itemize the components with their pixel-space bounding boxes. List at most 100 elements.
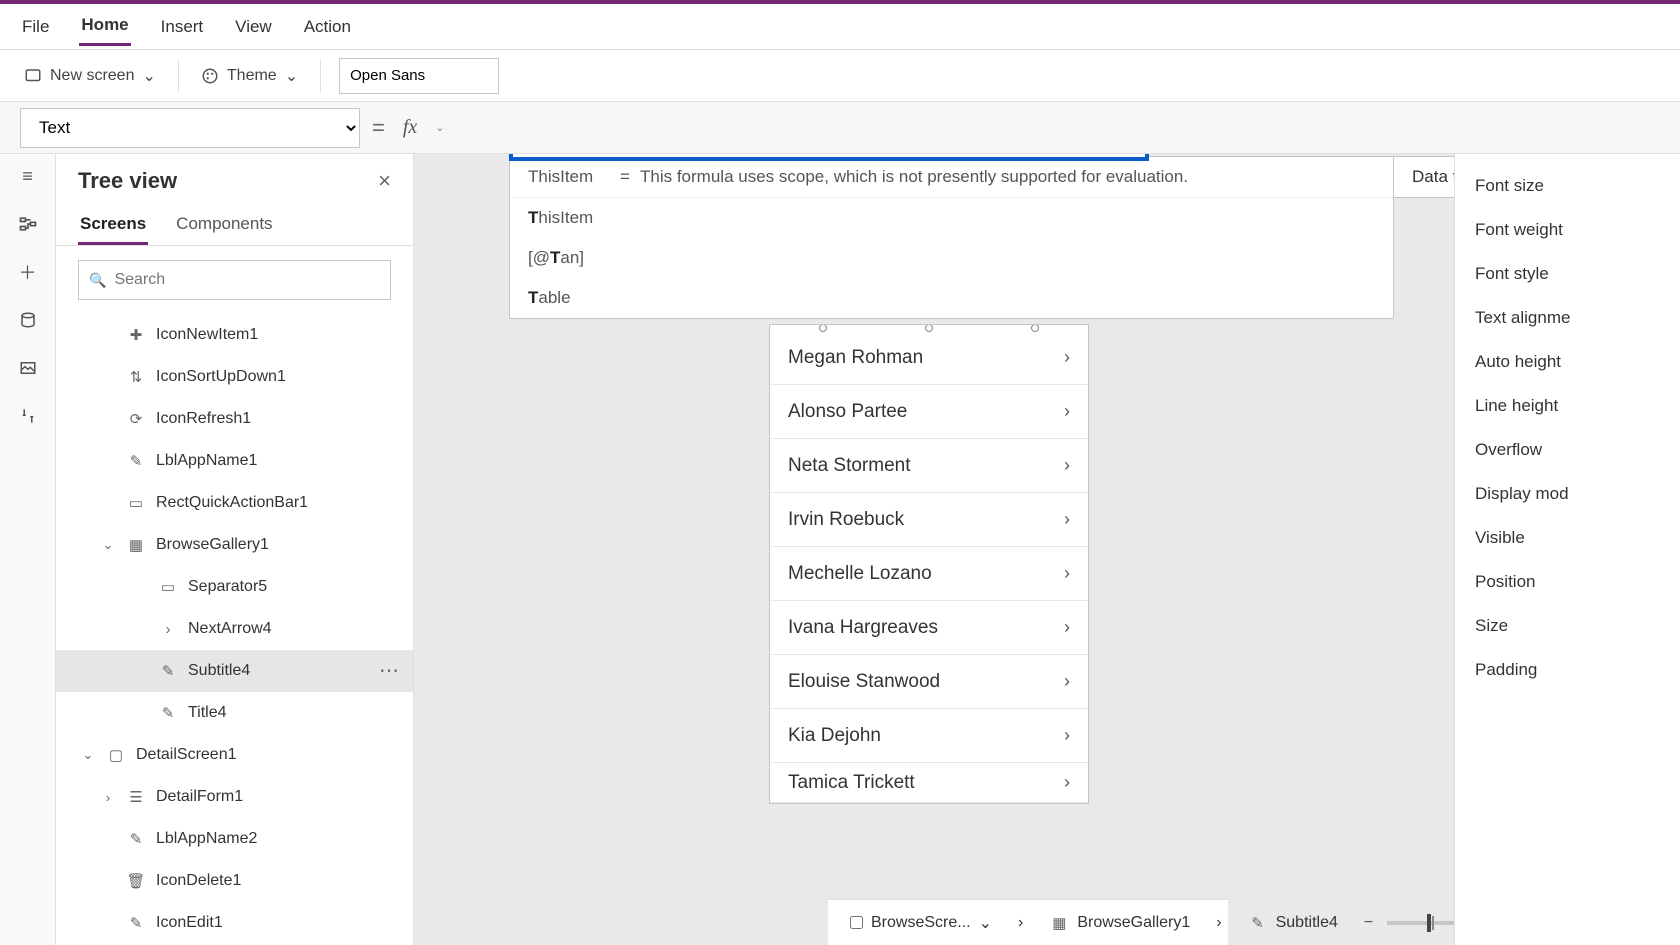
ribbon-separator: [320, 60, 321, 92]
gallery-item[interactable]: Ivana Hargreaves›: [770, 601, 1088, 655]
gallery-item[interactable]: Megan Rohman›: [770, 331, 1088, 385]
breadcrumb[interactable]: ▦ BrowseGallery1: [1041, 909, 1198, 937]
label-icon: ✎: [126, 451, 146, 471]
menu-home[interactable]: Home: [79, 7, 130, 46]
gallery-item[interactable]: Mechelle Lozano›: [770, 547, 1088, 601]
add-icon[interactable]: ＋: [16, 260, 40, 284]
tree-item[interactable]: ›NextArrow4: [56, 608, 413, 650]
tree-item-gallery[interactable]: ⌄▦BrowseGallery1: [56, 524, 413, 566]
tree-item[interactable]: ▭Separator5: [56, 566, 413, 608]
tree-item[interactable]: ✎Title4: [56, 692, 413, 734]
hamburger-icon[interactable]: ≡: [16, 164, 40, 188]
intelli-eq: =: [620, 167, 640, 187]
chevron-right-icon[interactable]: ›: [1064, 455, 1070, 476]
menu-action[interactable]: Action: [302, 9, 353, 45]
canvas[interactable]: Concatenate(text, text, ...) The functio…: [414, 154, 1454, 945]
search-input[interactable]: [114, 271, 380, 289]
theme-button[interactable]: Theme ⌄: [197, 60, 302, 92]
property-row[interactable]: Font size: [1455, 164, 1680, 208]
media-icon[interactable]: [16, 356, 40, 380]
edit-icon: ✎: [126, 913, 146, 933]
gallery-item[interactable]: Neta Storment›: [770, 439, 1088, 493]
intelli-suggestion[interactable]: Table: [510, 278, 1393, 318]
intelli-suggestion[interactable]: [@Tan]: [510, 238, 1393, 278]
zoom-out-button[interactable]: −: [1364, 914, 1373, 932]
tree-view-pane: Tree view × Screens Components 🔍 ✚IconNe…: [56, 154, 414, 945]
chevron-right-icon[interactable]: ›: [1064, 772, 1070, 793]
breadcrumb-checkbox[interactable]: [850, 916, 863, 929]
chevron-down-icon[interactable]: ⌄: [100, 537, 116, 553]
theme-label: Theme: [227, 67, 277, 85]
formula-error-tooltip: Concatenate(text, text, ...) The functio…: [509, 154, 1149, 161]
tree-search[interactable]: 🔍: [78, 260, 391, 300]
menu-insert[interactable]: Insert: [159, 9, 206, 45]
new-screen-button[interactable]: New screen ⌄: [20, 60, 160, 92]
property-row[interactable]: Display mod: [1455, 472, 1680, 516]
close-icon[interactable]: ×: [378, 168, 391, 194]
property-row[interactable]: Font weight: [1455, 208, 1680, 252]
tree-item[interactable]: ✚IconNewItem1: [56, 314, 413, 356]
tree-view-icon[interactable]: [16, 212, 40, 236]
chevron-right-icon[interactable]: ›: [1064, 563, 1070, 584]
chevron-right-icon[interactable]: ›: [1064, 617, 1070, 638]
tree-item-screen[interactable]: ⌄▢DetailScreen1: [56, 734, 413, 776]
intelli-desc: This formula uses scope, which is not pr…: [640, 167, 1188, 187]
tree-item[interactable]: ›☰DetailForm1: [56, 776, 413, 818]
tools-icon[interactable]: [16, 404, 40, 428]
intelli-key: ThisItem: [528, 167, 620, 187]
refresh-icon: ⟳: [126, 409, 146, 429]
gallery-item[interactable]: Irvin Roebuck›: [770, 493, 1088, 547]
chevron-right-icon[interactable]: ›: [1064, 725, 1070, 746]
tree-item[interactable]: ▭RectQuickActionBar1: [56, 482, 413, 524]
menu-view[interactable]: View: [233, 9, 274, 45]
menu-file[interactable]: File: [20, 9, 51, 45]
gallery-preview[interactable]: Megan Rohman› Alonso Partee› Neta Storme…: [769, 324, 1089, 804]
tree-item[interactable]: ⇅IconSortUpDown1: [56, 356, 413, 398]
tree-item[interactable]: ✎LblAppName1: [56, 440, 413, 482]
property-row[interactable]: Position: [1455, 560, 1680, 604]
tree-item[interactable]: 🗑IconDelete1: [56, 860, 413, 902]
property-row[interactable]: Line height: [1455, 384, 1680, 428]
tab-screens[interactable]: Screens: [78, 206, 148, 245]
breadcrumb[interactable]: BrowseScre... ⌄: [842, 909, 1000, 937]
tree-item[interactable]: ⟳IconRefresh1: [56, 398, 413, 440]
property-row[interactable]: Size: [1455, 604, 1680, 648]
tab-components[interactable]: Components: [174, 206, 274, 245]
left-rail: ≡ ＋: [0, 154, 56, 945]
intelli-suggestion[interactable]: ThisItem: [510, 198, 1393, 238]
breadcrumb[interactable]: ✎ Subtitle4: [1240, 909, 1346, 937]
font-select[interactable]: [339, 58, 499, 94]
zoom-slider[interactable]: [1387, 921, 1454, 925]
label-icon: ✎: [126, 829, 146, 849]
ribbon: New screen ⌄ Theme ⌄: [0, 50, 1680, 102]
data-type-label: Data type:: [1412, 167, 1454, 186]
chevron-down-icon[interactable]: ⌄: [979, 913, 992, 933]
tree-item[interactable]: ✎LblAppName2: [56, 818, 413, 860]
chevron-down-icon[interactable]: ⌄: [435, 121, 444, 134]
gallery-item[interactable]: Kia Dejohn›: [770, 709, 1088, 763]
property-row[interactable]: Overflow: [1455, 428, 1680, 472]
rect-icon: ▭: [126, 493, 146, 513]
gallery-item[interactable]: Elouise Stanwood›: [770, 655, 1088, 709]
chevron-right-icon[interactable]: ›: [1064, 401, 1070, 422]
fx-icon[interactable]: fx: [397, 116, 423, 139]
property-row[interactable]: Text alignme: [1455, 296, 1680, 340]
menu-bar: File Home Insert View Action: [0, 4, 1680, 50]
gallery-item[interactable]: Alonso Partee›: [770, 385, 1088, 439]
property-row[interactable]: Auto height: [1455, 340, 1680, 384]
property-row[interactable]: Font style: [1455, 252, 1680, 296]
data-icon[interactable]: [16, 308, 40, 332]
property-row[interactable]: Padding: [1455, 648, 1680, 692]
chevron-right-icon[interactable]: ›: [100, 790, 116, 805]
gallery-item[interactable]: Tamica Trickett›: [770, 763, 1088, 803]
chevron-down-icon[interactable]: ⌄: [80, 747, 96, 763]
property-row[interactable]: Visible: [1455, 516, 1680, 560]
chevron-right-icon[interactable]: ›: [1064, 671, 1070, 692]
tree-item[interactable]: ✎IconEdit1: [56, 902, 413, 944]
property-select[interactable]: Text: [20, 108, 360, 148]
chevron-right-icon[interactable]: ›: [1064, 509, 1070, 530]
tree-item-selected[interactable]: ✎Subtitle4⋯: [56, 650, 413, 692]
palette-icon: [201, 67, 219, 85]
chevron-right-icon[interactable]: ›: [1064, 347, 1070, 368]
search-icon: 🔍: [89, 272, 106, 289]
